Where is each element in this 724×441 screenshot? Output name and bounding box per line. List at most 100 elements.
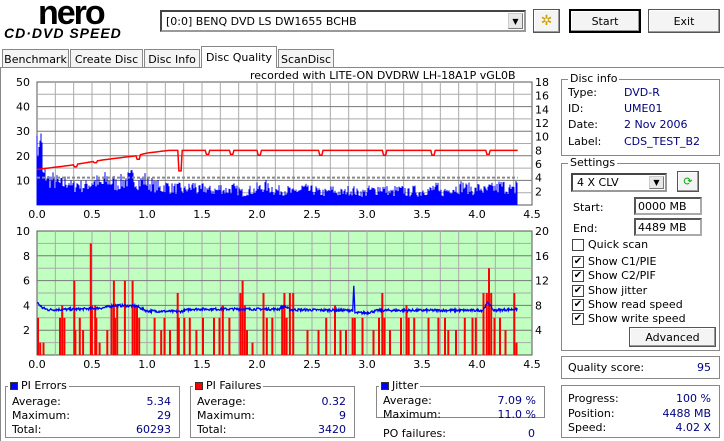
end-input[interactable]: 4489 MB — [634, 218, 702, 236]
advanced-button[interactable]: Advanced — [629, 327, 716, 347]
pi-failures-maximum-label: Maximum: — [197, 409, 255, 422]
pif-bar — [381, 293, 384, 355]
show-write-speed-checkbox[interactable]: ✔ Show write speed — [572, 312, 686, 325]
checkbox-box[interactable] — [572, 238, 584, 251]
pif-bar — [444, 317, 446, 355]
x-tick-label: 2.5 — [303, 358, 321, 371]
jitter-maximum-label: Maximum: — [383, 408, 441, 421]
show-read-speed-checkbox[interactable]: ✔ Show read speed — [572, 298, 683, 311]
y2-tick-label: 10 — [535, 131, 549, 144]
pif-bar — [400, 317, 402, 355]
speed-select[interactable]: 4 X CLV ▼ — [571, 173, 667, 192]
pif-bar — [504, 330, 507, 355]
x-tick-label: 4.5 — [523, 208, 541, 221]
type-label: Type: — [568, 86, 597, 99]
pif-bar — [42, 342, 45, 355]
x-tick-label: 3.0 — [358, 358, 376, 371]
pi-failures-average-label: Average: — [197, 395, 246, 408]
pif-bar — [334, 305, 336, 355]
pif-bar — [183, 317, 186, 355]
progress-label: Progress: — [568, 392, 619, 405]
x-tick-label: 2.0 — [248, 358, 266, 371]
pif-bar — [39, 342, 42, 355]
pif-bar — [427, 317, 430, 355]
y-tick-label: 30 — [16, 125, 30, 138]
tab-disc-quality[interactable]: Disc Quality — [201, 46, 277, 68]
pif-bar — [106, 330, 109, 355]
progress-group: Progress: 100 % Position: 4488 MB Speed: 4.… — [561, 385, 720, 438]
y2-tick-label: 4 — [535, 172, 542, 185]
refresh-button[interactable]: ⟳ — [677, 171, 699, 192]
checkmark-icon[interactable]: ✔ — [572, 269, 584, 282]
checkmark-icon[interactable]: ✔ — [572, 298, 584, 311]
pif-bar — [413, 317, 416, 355]
pif-bar — [482, 293, 485, 355]
checkmark-icon[interactable]: ✔ — [572, 284, 584, 297]
x-tick-label: 0.5 — [83, 358, 101, 371]
pif-bar — [123, 280, 126, 355]
checkmark-icon[interactable]: ✔ — [572, 255, 584, 268]
quick-scan-checkbox[interactable]: Quick scan — [572, 238, 648, 251]
quality-score-value: 95 — [697, 361, 711, 374]
pif-bar — [488, 268, 490, 355]
pif-bar — [251, 342, 254, 355]
checkbox-label: Show C2/PIF — [588, 269, 656, 282]
y2-tick-label: 8 — [535, 299, 542, 312]
pif-bar — [246, 330, 248, 355]
settings-group: Settings 4 X CLV ▼ ⟳ Start: 0000 MB End:… — [561, 156, 720, 351]
chevron-down-icon[interactable]: ▼ — [649, 176, 664, 189]
exit-button[interactable]: Exit — [648, 9, 720, 33]
pif-bar — [372, 330, 375, 355]
label-value: CDS_TEST_B2 — [624, 135, 701, 148]
position-label: Position: — [568, 407, 615, 420]
y2-tick-label: 8 — [535, 144, 542, 157]
pi-failures-group: PI Failures Average: 0.32 Maximum: 9 Total… — [190, 379, 355, 438]
checkbox-label: Show jitter — [588, 284, 648, 297]
pif-bar — [95, 317, 98, 355]
y2-tick-label: 16 — [535, 90, 549, 103]
y-tick-label: 50 — [16, 76, 30, 89]
checkmark-icon[interactable]: ✔ — [572, 312, 584, 325]
show-jitter-checkbox[interactable]: ✔ Show jitter — [572, 284, 647, 297]
y-tick-label: 6 — [23, 275, 30, 288]
pif-bar — [317, 330, 320, 355]
pif-bar — [169, 330, 171, 355]
label-label: Label: — [568, 135, 602, 148]
jitter-maximum: 11.0 % — [497, 408, 536, 421]
pi-failures-total: 3420 — [318, 423, 346, 436]
x-tick-label: 0.0 — [28, 208, 46, 221]
pif-bar — [265, 317, 268, 355]
y-tick-label: 10 — [16, 225, 30, 238]
pi-failures-maximum: 9 — [339, 409, 346, 422]
y2-tick-label: 6 — [535, 158, 542, 171]
pif-bar — [471, 317, 474, 355]
show-pif-checkbox[interactable]: ✔ Show C2/PIF — [572, 269, 656, 282]
pif-bar — [283, 293, 286, 355]
pi-failures-total-label: Total: — [197, 423, 227, 436]
pif-bar — [133, 305, 136, 355]
checkbox-label: Show read speed — [588, 298, 683, 311]
pif-bar — [383, 317, 386, 355]
x-tick-label: 3.5 — [413, 358, 431, 371]
pif-bar — [177, 317, 180, 355]
x-tick-label: 0.5 — [83, 208, 101, 221]
pif-bar — [499, 317, 501, 355]
jitter-title: Jitter — [392, 379, 419, 392]
pif-bar — [281, 305, 284, 355]
pif-bar — [131, 280, 134, 355]
start-button[interactable]: Start — [569, 9, 641, 33]
y2-tick-label: 12 — [535, 117, 549, 130]
po-failures-label: PO failures: — [383, 427, 446, 440]
speed-label: Speed: — [568, 421, 607, 434]
pif-bar — [306, 330, 309, 355]
pi-errors-total: 60293 — [136, 423, 171, 436]
pi-failures-average: 0.32 — [321, 395, 347, 408]
jitter-legend-swatch — [381, 381, 389, 390]
pif-bar — [153, 317, 156, 355]
x-tick-label: 4.5 — [523, 358, 541, 371]
show-pie-checkbox[interactable]: ✔ Show C1/PIE — [572, 255, 656, 268]
y-tick-label: 2 — [23, 324, 30, 337]
start-input[interactable]: 0000 MB — [634, 197, 702, 215]
y2-tick-label: 12 — [535, 275, 549, 288]
pif-bar — [136, 305, 138, 355]
